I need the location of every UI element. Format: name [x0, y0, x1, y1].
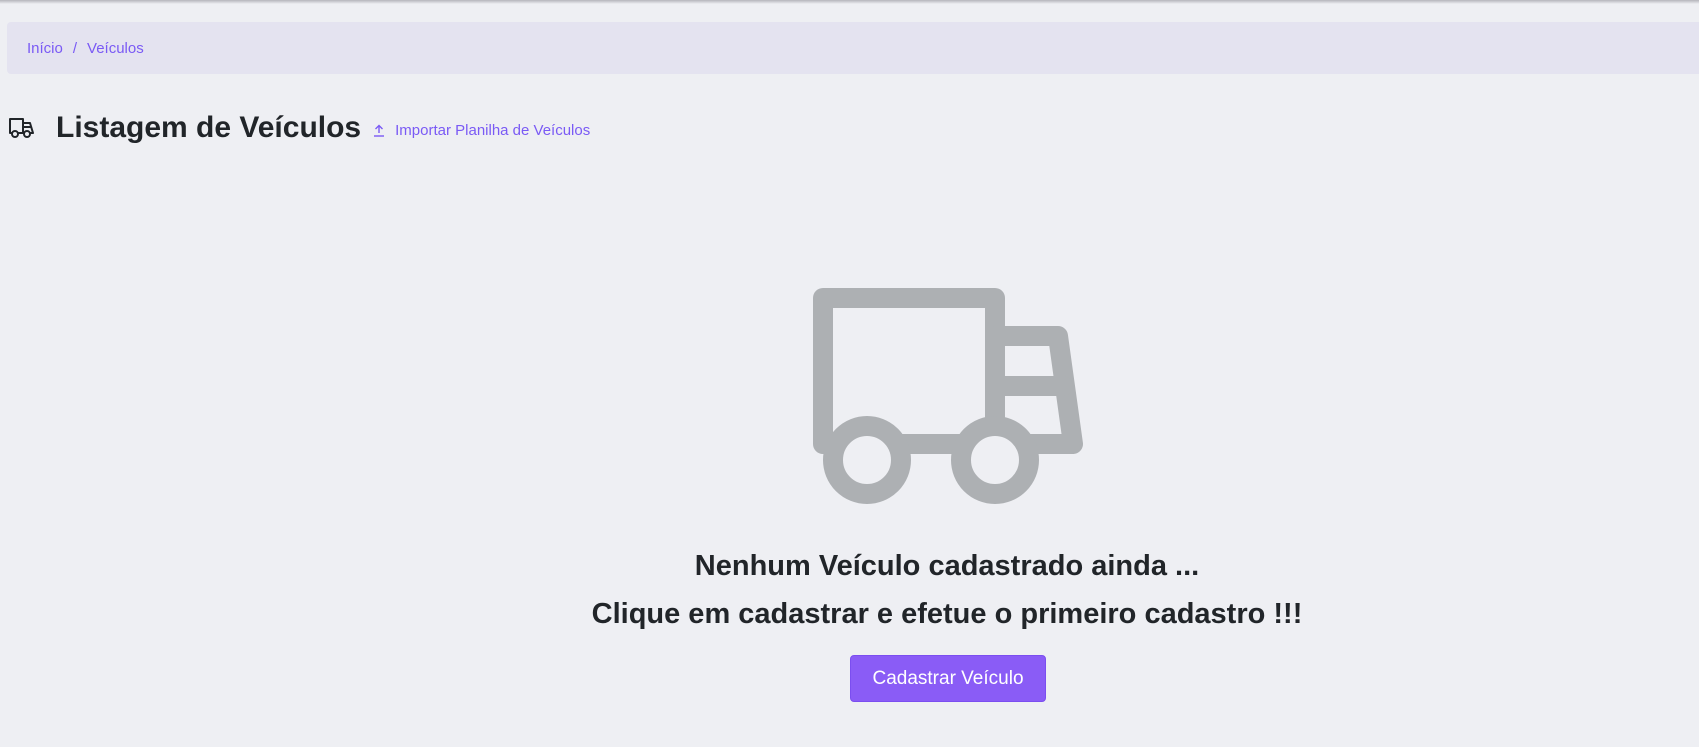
- breadcrumb-item-vehicles[interactable]: Veículos: [87, 40, 144, 57]
- page-title: Listagem de Veículos: [56, 111, 362, 144]
- add-vehicle-button[interactable]: Cadastrar Veículo: [850, 655, 1046, 702]
- truck-icon: [813, 288, 1083, 504]
- truck-icon: [8, 115, 36, 141]
- page-header: Listagem de Veículos Importar Planilha d…: [8, 108, 590, 148]
- empty-state-hint: Clique em cadastrar e efetue o primeiro …: [591, 598, 1303, 630]
- breadcrumb-item-home[interactable]: Início: [27, 40, 63, 57]
- breadcrumb: Início / Veículos: [7, 22, 1699, 74]
- breadcrumb-separator: /: [72, 39, 78, 57]
- top-shadow: [0, 0, 1699, 4]
- upload-icon: [374, 124, 385, 137]
- import-spreadsheet-label: Importar Planilha de Veículos: [395, 121, 591, 139]
- import-spreadsheet-link[interactable]: Importar Planilha de Veículos: [373, 122, 590, 139]
- empty-state-message: Nenhum Veículo cadastrado ainda ...: [694, 550, 1200, 582]
